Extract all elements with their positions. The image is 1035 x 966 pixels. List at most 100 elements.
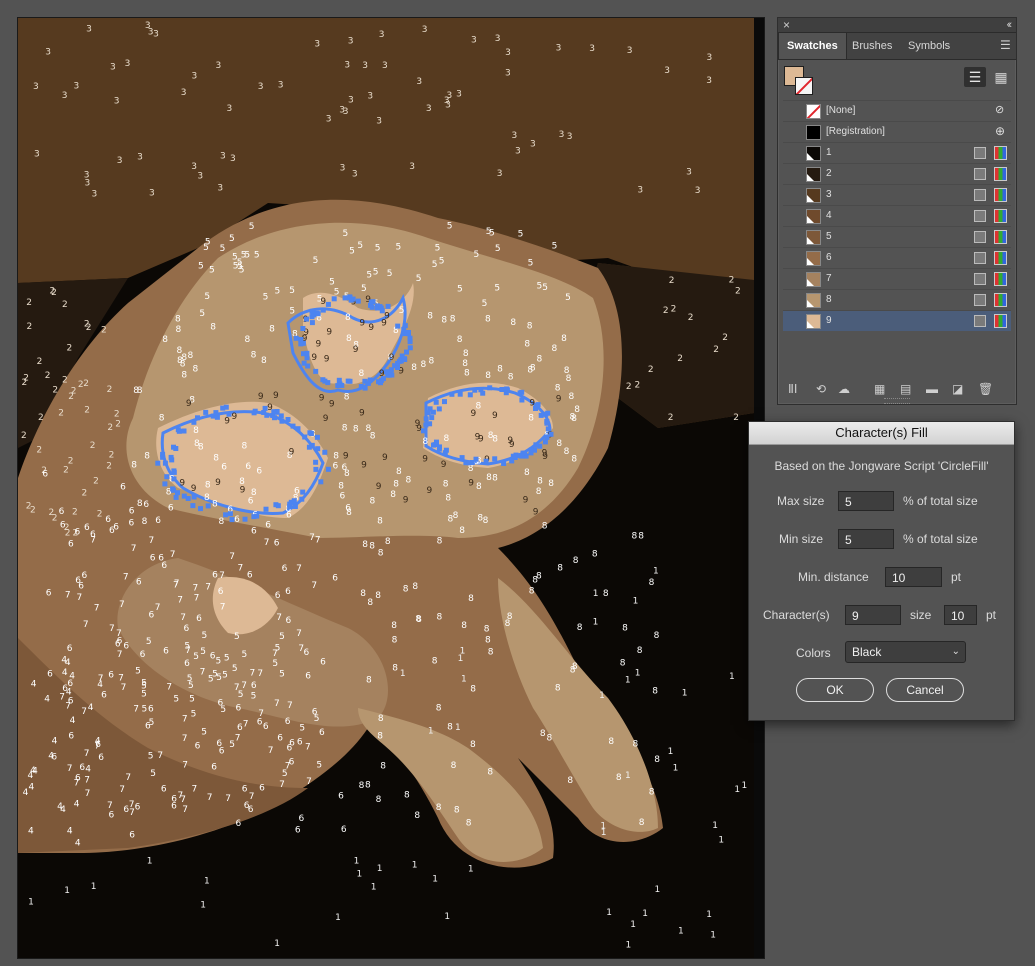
anchor-point[interactable] — [155, 460, 161, 466]
characters-input[interactable]: 9 — [845, 605, 901, 625]
swatch-row-7[interactable]: 7 — [783, 268, 1011, 289]
anchor-point[interactable] — [459, 455, 465, 461]
anchor-point[interactable] — [164, 474, 170, 480]
anchor-point[interactable] — [379, 308, 385, 314]
anchor-point[interactable] — [309, 320, 315, 326]
anchor-point[interactable] — [171, 469, 177, 475]
anchor-point[interactable] — [499, 387, 505, 392]
anchor-point[interactable] — [548, 431, 554, 437]
anchor-point[interactable] — [263, 506, 269, 512]
anchor-point[interactable] — [544, 420, 550, 426]
anchor-point[interactable] — [181, 428, 187, 434]
anchor-point[interactable] — [504, 386, 510, 392]
fill-stroke-indicator[interactable] — [784, 66, 814, 96]
anchor-point[interactable] — [223, 512, 229, 518]
anchor-point[interactable] — [314, 434, 320, 440]
anchor-point[interactable] — [191, 494, 197, 500]
anchor-point[interactable] — [287, 501, 293, 507]
anchor-point[interactable] — [304, 355, 310, 361]
dialog-title[interactable]: Character(s) Fill — [749, 422, 1014, 445]
swatch-options-icon[interactable]: ▤ — [900, 381, 911, 397]
anchor-point[interactable] — [203, 409, 209, 415]
swatch-row-9[interactable]: 9 — [783, 310, 1011, 331]
swatch-row-6[interactable]: 6 — [783, 247, 1011, 268]
tab-brushes[interactable]: Brushes — [844, 33, 900, 59]
anchor-point[interactable] — [226, 411, 232, 417]
anchor-point[interactable] — [315, 311, 321, 317]
anchor-point[interactable] — [466, 460, 472, 466]
anchor-point[interactable] — [362, 385, 368, 391]
anchor-point[interactable] — [191, 419, 197, 425]
anchor-point[interactable] — [407, 335, 413, 341]
anchor-point[interactable] — [254, 513, 260, 519]
anchor-point[interactable] — [369, 304, 375, 310]
anchor-point[interactable] — [299, 496, 305, 502]
anchor-point[interactable] — [214, 414, 220, 420]
anchor-point[interactable] — [315, 446, 321, 452]
anchor-point[interactable] — [433, 399, 439, 405]
anchor-point[interactable] — [308, 431, 314, 436]
anchor-point[interactable] — [347, 378, 353, 384]
anchor-point[interactable] — [162, 481, 168, 487]
anchor-point[interactable] — [519, 397, 525, 403]
anchor-point[interactable] — [457, 391, 463, 397]
anchor-point[interactable] — [535, 402, 541, 408]
ok-button[interactable]: OK — [796, 678, 874, 702]
swatch-row-none[interactable]: [None] ⊘ — [783, 100, 1011, 121]
anchor-point[interactable] — [442, 399, 447, 405]
new-swatch-icon[interactable]: ◪ — [952, 381, 963, 397]
anchor-point[interactable] — [421, 428, 426, 434]
anchor-point[interactable] — [279, 418, 285, 424]
anchor-point[interactable] — [275, 503, 281, 509]
anchor-point[interactable] — [305, 363, 311, 369]
anchor-point[interactable] — [295, 426, 301, 432]
anchor-point[interactable] — [290, 423, 296, 429]
anchor-point[interactable] — [517, 453, 523, 459]
anchor-point[interactable] — [173, 446, 179, 451]
anchor-point[interactable] — [213, 410, 219, 416]
anchor-point[interactable] — [368, 299, 374, 305]
anchor-point[interactable] — [298, 341, 304, 347]
anchor-point[interactable] — [423, 416, 429, 422]
anchor-point[interactable] — [171, 487, 176, 493]
anchor-point[interactable] — [528, 447, 534, 453]
panel-title-bar[interactable]: × ‹‹ — [778, 18, 1016, 33]
anchor-point[interactable] — [300, 326, 306, 331]
anchor-point[interactable] — [449, 391, 455, 397]
anchor-point[interactable] — [309, 308, 315, 314]
anchor-point[interactable] — [427, 421, 433, 427]
swatch-row-3[interactable]: 3 — [783, 184, 1011, 205]
anchor-point[interactable] — [538, 412, 544, 418]
place-swatch-icon[interactable]: ⟲ — [816, 381, 826, 397]
anchor-point[interactable] — [306, 444, 312, 450]
panel-resize-grip[interactable] — [884, 398, 910, 404]
swatch-kind-icon[interactable]: ▦ — [874, 381, 885, 397]
anchor-point[interactable] — [220, 405, 226, 411]
anchor-point[interactable] — [313, 466, 319, 472]
tab-swatches[interactable]: Swatches — [778, 33, 847, 59]
swatch-row-1[interactable]: 1 — [783, 142, 1011, 163]
anchor-point[interactable] — [302, 434, 308, 440]
anchor-point[interactable] — [483, 458, 489, 464]
anchor-point[interactable] — [407, 345, 413, 351]
anchor-point[interactable] — [380, 376, 386, 382]
anchor-point[interactable] — [251, 410, 257, 416]
anchor-point[interactable] — [300, 489, 306, 495]
anchor-point[interactable] — [160, 454, 166, 460]
swatch-row-8[interactable]: 8 — [783, 289, 1011, 310]
posterized-artwork[interactable]: 3333333333333333333333333333333333333333… — [18, 18, 764, 958]
anchor-point[interactable] — [242, 516, 248, 522]
anchor-point[interactable] — [395, 323, 401, 329]
anchor-point[interactable] — [322, 449, 328, 455]
anchor-point[interactable] — [320, 377, 326, 383]
colors-dropdown[interactable]: Black ⌄ — [845, 641, 966, 663]
anchor-point[interactable] — [325, 380, 331, 386]
anchor-point[interactable] — [272, 415, 277, 421]
anchor-point[interactable] — [325, 301, 331, 307]
size-input[interactable]: 10 — [944, 605, 977, 625]
anchor-point[interactable] — [318, 479, 324, 485]
anchor-point[interactable] — [313, 368, 319, 374]
anchor-point[interactable] — [401, 331, 407, 337]
new-color-group-icon[interactable]: ▬ — [926, 381, 938, 397]
anchor-point[interactable] — [271, 409, 277, 415]
